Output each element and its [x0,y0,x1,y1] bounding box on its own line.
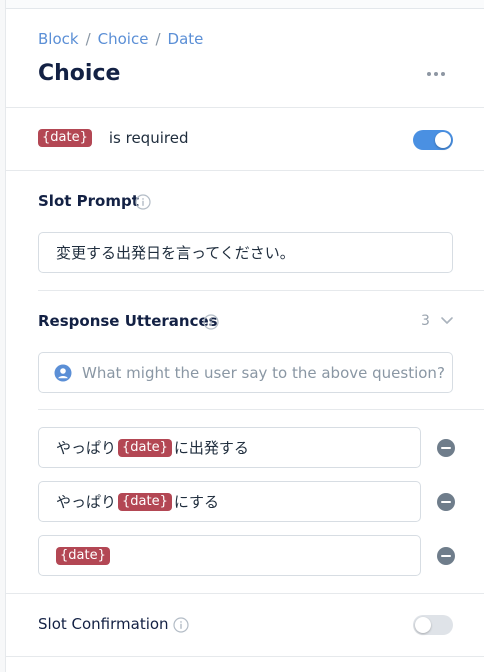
utterance-item[interactable]: やっぱり {date} に出発する [38,427,421,468]
more-options-icon[interactable] [424,65,448,83]
slot-tag: {date} [38,129,92,147]
breadcrumb-item-date[interactable]: Date [168,30,204,48]
slot-tag: {date} [56,546,110,565]
info-icon[interactable] [173,617,189,633]
left-edge [0,0,6,672]
required-toggle[interactable] [413,130,453,150]
breadcrumb: Block / Choice / Date [38,30,203,48]
block-editor-panel: Block / Choice / Date Choice {date} is requi… [0,0,484,672]
utterance-text: やっぱり [56,493,117,511]
utterance-item[interactable]: {date} [38,535,421,576]
toggle-knob [435,132,451,148]
utterance-placeholder: What might the user say to the above que… [82,363,445,382]
slot-confirmation-label: Slot Confirmation [38,615,169,633]
breadcrumb-item-choice[interactable]: Choice [98,30,149,48]
breadcrumb-item-block[interactable]: Block [38,30,79,48]
user-icon [54,364,72,381]
chevron-down-icon[interactable] [440,316,454,326]
divider [6,107,484,108]
remove-utterance-button[interactable] [437,493,455,511]
utterance-item[interactable]: やっぱり {date} にする [38,481,421,522]
divider [6,170,484,171]
utterance-input[interactable]: What might the user say to the above que… [38,352,453,393]
slot-prompt-label: Slot Prompt [38,192,139,210]
toggle-knob [415,617,431,633]
required-row: {date} is required [38,129,188,147]
utterance-count: 3 [421,313,430,329]
slot-tag: {date} [118,492,172,511]
slot-tag: {date} [118,438,172,457]
top-strip [6,0,484,9]
page-title: Choice [38,61,121,86]
breadcrumb-separator: / [155,30,161,48]
utterance-text: にする [173,493,220,511]
divider [6,593,484,594]
remove-utterance-button[interactable] [437,547,455,565]
info-icon[interactable] [203,314,219,330]
slot-prompt-input[interactable]: 変更する出発日を言ってください。 [38,232,453,273]
info-icon[interactable] [135,194,151,210]
breadcrumb-separator: / [85,30,91,48]
divider [38,290,484,291]
utterance-text: に出発する [173,439,249,457]
remove-utterance-button[interactable] [437,439,455,457]
slot-confirmation-toggle[interactable] [413,615,453,635]
required-label: is required [108,129,189,147]
slot-prompt-value: 変更する出発日を言ってください。 [56,244,295,262]
response-utterances-label: Response Utterances [38,312,218,330]
utterance-text: やっぱり [56,439,117,457]
divider [38,409,484,410]
divider [6,656,484,657]
